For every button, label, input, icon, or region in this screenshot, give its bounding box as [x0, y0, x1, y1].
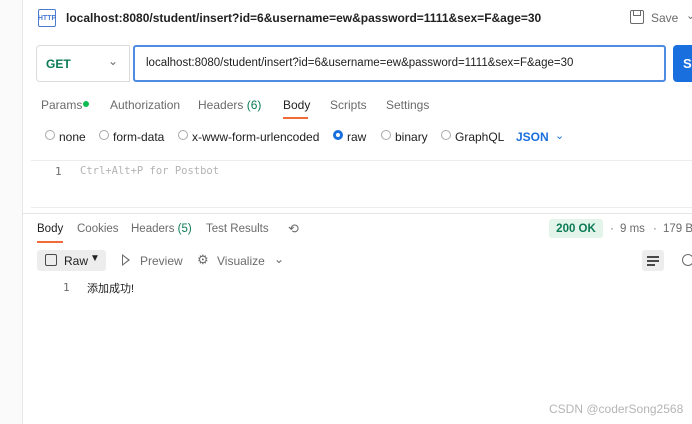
preview-button[interactable]: Preview	[140, 254, 183, 268]
tab-params[interactable]: Params	[41, 98, 82, 112]
response-tab-cookies[interactable]: Cookies	[77, 223, 119, 235]
radio-none[interactable]	[45, 130, 55, 140]
radio-urlencoded[interactable]	[178, 130, 188, 140]
tab-body-underline	[283, 117, 308, 119]
radio-raw-label[interactable]: raw	[347, 130, 366, 144]
radio-raw[interactable]	[333, 130, 343, 140]
http-request-icon: HTTP	[38, 9, 56, 27]
editor-placeholder: Ctrl+Alt+P for Postbot	[80, 165, 220, 177]
method-chevron-icon: ⌄	[108, 54, 119, 68]
save-chevron-icon[interactable]: ⌄	[686, 9, 692, 22]
left-sidebar-strip	[0, 0, 23, 424]
tab-settings[interactable]: Settings	[386, 98, 429, 112]
response-divider[interactable]	[22, 213, 692, 214]
separator-dot: ·	[653, 223, 657, 235]
radio-form-data[interactable]	[99, 130, 109, 140]
response-tab-headers[interactable]: Headers (5)	[131, 223, 192, 235]
radio-none-label[interactable]: none	[59, 130, 86, 144]
request-title[interactable]: localhost:8080/student/insert?id=6&usern…	[66, 11, 541, 25]
radio-binary-label[interactable]: binary	[395, 130, 428, 144]
response-tab-body[interactable]: Body	[37, 223, 63, 235]
response-tab-body-underline	[37, 241, 63, 243]
visualize-icon: ⚙	[197, 252, 209, 267]
raw-chevron-icon: ▼	[90, 253, 100, 264]
response-size[interactable]: 179 B	[663, 223, 692, 235]
status-badge[interactable]: 200 OK	[549, 219, 603, 238]
history-icon[interactable]: ⟲	[288, 221, 299, 237]
wrap-lines-icon	[647, 264, 655, 266]
tab-authorization[interactable]: Authorization	[110, 98, 180, 112]
radio-graphql-label[interactable]: GraphQL	[455, 130, 504, 144]
response-tab-headers-count: (5)	[177, 223, 192, 235]
wrap-lines-icon	[647, 256, 659, 258]
format-chevron-icon[interactable]: ⌄	[555, 129, 564, 142]
raw-view-icon	[45, 254, 57, 266]
separator-dot: ·	[610, 223, 614, 235]
response-body-text: 添加成功!	[87, 283, 135, 295]
radio-form-data-label[interactable]: form-data	[113, 130, 164, 144]
wrap-lines-button[interactable]	[642, 250, 664, 271]
save-icon[interactable]	[630, 10, 644, 24]
preview-icon	[122, 254, 130, 266]
response-tab-test-results[interactable]: Test Results	[206, 223, 269, 235]
search-icon[interactable]	[682, 254, 692, 266]
tab-headers-label: Headers	[198, 98, 244, 112]
save-button[interactable]: Save	[651, 11, 678, 25]
response-time[interactable]: 9 ms	[620, 223, 645, 235]
url-text: localhost:8080/student/insert?id=6&usern…	[146, 57, 574, 69]
tab-scripts[interactable]: Scripts	[330, 98, 367, 112]
wrap-lines-icon	[647, 260, 659, 262]
radio-binary[interactable]	[381, 130, 391, 140]
response-line-number: 1	[63, 281, 70, 294]
radio-urlencoded-label[interactable]: x-www-form-urlencoded	[192, 130, 319, 144]
method-label: GET	[46, 57, 71, 71]
send-button-label: S	[683, 56, 692, 71]
tab-body[interactable]: Body	[283, 98, 310, 112]
params-active-dot	[83, 101, 89, 107]
editor-line-number: 1	[55, 165, 62, 178]
tab-headers-count: (6)	[246, 98, 262, 112]
radio-graphql[interactable]	[441, 130, 451, 140]
format-select[interactable]: JSON	[516, 130, 549, 144]
response-tab-headers-label: Headers	[131, 223, 175, 235]
raw-view-label: Raw	[64, 254, 89, 268]
watermark: CSDN @coderSong2568	[549, 402, 684, 416]
tab-headers[interactable]: Headers (6)	[198, 98, 261, 112]
visualize-chevron-icon[interactable]: ⌄	[274, 252, 284, 266]
visualize-button[interactable]: Visualize	[217, 254, 265, 268]
